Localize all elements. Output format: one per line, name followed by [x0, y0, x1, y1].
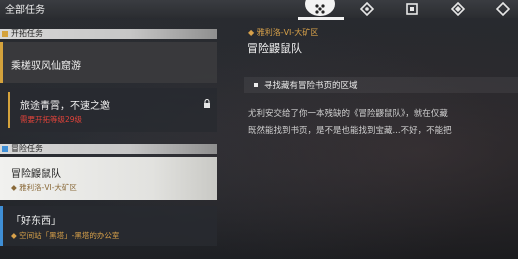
section-header-adventure: 冒险任务	[0, 144, 217, 154]
quest-title: 「好东西」	[11, 216, 61, 227]
tab-adventure[interactable]	[444, 0, 472, 18]
all-quests-icon	[315, 4, 325, 14]
quest-card-trailblaze-1[interactable]: 乘槎驭风仙窟游	[0, 42, 217, 83]
story-quest-icon	[360, 2, 374, 16]
lock-icon	[204, 99, 210, 108]
quest-card-trailblaze-2[interactable]: 旅途青霄，不速之邀 需要开拓等级29级	[0, 88, 217, 132]
quest-location: ◆ 空间站「黑塔」-黑塔的办公室	[11, 231, 120, 240]
section-header-trailblaze: 开拓任务	[0, 29, 217, 39]
detail-description-line-2: 既然能找到书页，是不是也能找到宝藏...不好，不能把	[248, 126, 452, 136]
quest-title: 冒险鼹鼠队	[11, 169, 61, 180]
detail-description-line-1: 尤利安交给了你一本残缺的《冒险鼹鼠队》，就在仅藏	[248, 109, 448, 119]
quest-type-stripe	[0, 206, 3, 246]
adventure-section-icon	[2, 146, 8, 152]
tab-all-quests[interactable]	[306, 0, 334, 18]
quest-title: 旅途青霄，不速之邀	[20, 101, 110, 112]
adventure-quest-icon	[451, 2, 465, 16]
daily-quest-icon	[496, 2, 510, 16]
quest-location: ◆ 雅利洛-VI-大矿区	[11, 183, 77, 192]
detail-location: ◆ 雅利洛-VI-大矿区	[248, 28, 319, 37]
tab-trailblaze[interactable]	[398, 0, 426, 18]
quest-type-stripe	[0, 42, 3, 83]
top-bar: 全部任务	[0, 0, 518, 18]
tab-daily[interactable]	[489, 0, 517, 18]
quest-title: 乘槎驭风仙窟游	[11, 61, 81, 72]
page-title: 全部任务	[5, 5, 45, 16]
trailblaze-section-icon	[2, 31, 8, 37]
quest-requirement: 需要开拓等级29级	[20, 115, 83, 124]
objective-bullet-icon	[254, 83, 258, 87]
quest-objective: 寻找藏有冒险书页的区域	[244, 77, 518, 93]
quest-type-stripe	[8, 92, 10, 128]
detail-title: 冒险鼹鼠队	[247, 42, 302, 55]
trailblaze-quest-icon	[406, 3, 418, 15]
tab-story[interactable]	[353, 0, 381, 18]
quest-card-adventure-2[interactable]: 「好东西」 ◆ 空间站「黑塔」-黑塔的办公室	[0, 206, 217, 246]
location-pin-icon: ◆	[11, 231, 17, 240]
quest-card-adventure-1-selected[interactable]: 冒险鼹鼠队 ◆ 雅利洛-VI-大矿区	[0, 157, 217, 200]
location-pin-icon: ◆	[11, 183, 17, 192]
location-pin-icon: ◆	[248, 28, 255, 37]
